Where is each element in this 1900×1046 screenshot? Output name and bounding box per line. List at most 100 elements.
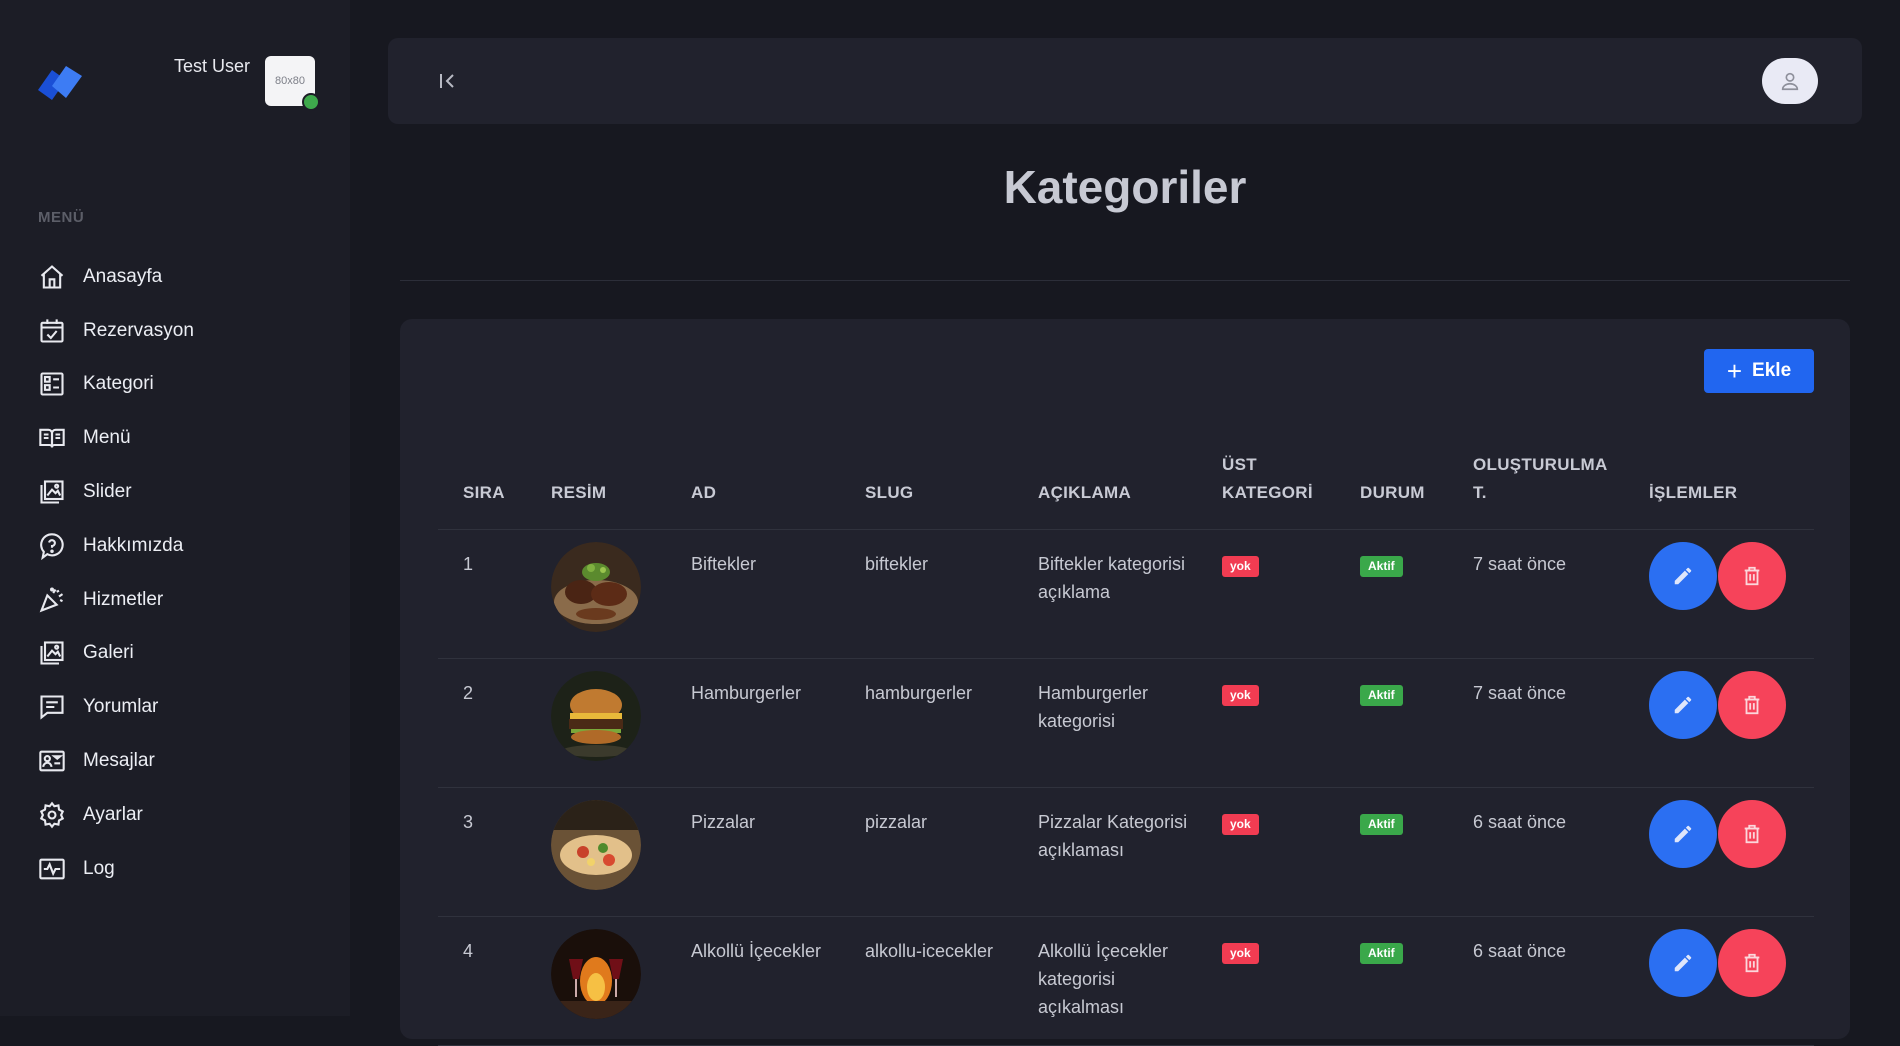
- cell-islemler: [1624, 529, 1814, 659]
- cell-aciklama: Hamburgerler kategorisi: [1013, 658, 1197, 788]
- delete-button[interactable]: [1718, 542, 1786, 610]
- add-button[interactable]: + Ekle: [1704, 349, 1814, 393]
- header-ust-kategori[interactable]: ÜST KATEGORİ: [1197, 429, 1335, 530]
- sidebar-item-mesajlar[interactable]: Mesajlar: [38, 734, 338, 788]
- cell-islemler: [1624, 787, 1814, 917]
- burger-photo[interactable]: [551, 671, 641, 761]
- cell-resim: [526, 916, 666, 1046]
- cell-sira: 3: [438, 787, 526, 917]
- gear-icon: [39, 801, 65, 829]
- row-actions: [1649, 800, 1814, 868]
- table-row: 1 Biftekler biftekler Biftekler kategori…: [438, 529, 1814, 659]
- contact-card-icon: [39, 750, 65, 772]
- cell-olusturulma: 7 saat önce: [1448, 658, 1624, 788]
- trash-icon: [1744, 953, 1760, 973]
- cell-aciklama: Alkollü İçecekler kategorisi açıkalması: [1013, 916, 1197, 1046]
- cell-aciklama: Biftekler kategorisi açıklama: [1013, 529, 1197, 659]
- cell-resim: [526, 658, 666, 788]
- sidebar-item-slider[interactable]: Slider: [38, 465, 338, 519]
- cell-aciklama: Pizzalar Kategorisi açıklaması: [1013, 787, 1197, 917]
- user-name: Test User: [174, 56, 251, 76]
- sidebar-item-log[interactable]: Log: [38, 842, 338, 896]
- sidebar-item-rezervasyon[interactable]: Rezervasyon: [38, 304, 338, 358]
- sidebar-item-ayarlar[interactable]: Ayarlar: [38, 788, 338, 842]
- sidebar-item-label: Rezervasyon: [83, 319, 194, 341]
- trash-icon: [1744, 566, 1760, 586]
- pencil-icon: [1674, 696, 1692, 714]
- sidebar-item-label: Slider: [83, 481, 132, 503]
- header-durum[interactable]: DURUM: [1335, 429, 1448, 530]
- sidebar-menu: Anasayfa Rezervasyon Kategori Menü Slide…: [38, 250, 338, 896]
- cell-sira: 1: [438, 529, 526, 659]
- header-slug[interactable]: SLUG: [840, 429, 1013, 530]
- delete-button[interactable]: [1718, 800, 1786, 868]
- online-status-dot: [302, 93, 320, 111]
- sidebar-item-label: Hakkımızda: [83, 534, 184, 556]
- header-olusturulma[interactable]: OLUŞTURULMA T.: [1448, 429, 1624, 530]
- delete-button[interactable]: [1718, 929, 1786, 997]
- activity-log-icon: [39, 858, 65, 880]
- steak-photo[interactable]: [551, 542, 641, 632]
- home-icon: [40, 264, 64, 289]
- comment-icon: [40, 695, 64, 720]
- pencil-icon: [1674, 567, 1692, 585]
- edit-button[interactable]: [1649, 542, 1717, 610]
- sidebar-item-label: Kategori: [83, 373, 154, 395]
- header-resim[interactable]: RESİM: [526, 429, 666, 530]
- book-icon: [39, 429, 65, 448]
- page-title: Kategoriler: [1003, 161, 1247, 213]
- cell-islemler: [1624, 658, 1814, 788]
- cell-slug: hamburgerler: [840, 658, 1013, 788]
- cell-ad: Pizzalar: [666, 787, 840, 917]
- cell-slug: biftekler: [840, 529, 1013, 659]
- categories-table: SIRA RESİM AD SLUG AÇIKLAMA ÜST KATEGORİ…: [438, 429, 1814, 1046]
- parent-category-badge: yok: [1222, 685, 1259, 706]
- trash-icon: [1744, 695, 1760, 715]
- cell-ust-kategori: yok: [1197, 529, 1335, 659]
- header-aciklama[interactable]: AÇIKLAMA: [1013, 429, 1197, 530]
- sidebar-item-anasayfa[interactable]: Anasayfa: [38, 250, 338, 304]
- sidebar-item-label: Yorumlar: [83, 696, 159, 718]
- edit-button[interactable]: [1649, 929, 1717, 997]
- cell-slug: pizzalar: [840, 787, 1013, 917]
- parent-category-badge: yok: [1222, 814, 1259, 835]
- pizza-photo[interactable]: [551, 800, 641, 890]
- sidebar-item-label: Menü: [83, 427, 131, 449]
- question-bubble-icon: [40, 533, 64, 560]
- logo-icon[interactable]: [36, 62, 86, 104]
- cell-sira: 2: [438, 658, 526, 788]
- cell-slug: alkollu-icecekler: [840, 916, 1013, 1046]
- header-ad[interactable]: AD: [666, 429, 840, 530]
- cell-olusturulma: 6 saat önce: [1448, 787, 1624, 917]
- images-icon: [40, 480, 64, 504]
- sidebar-item-yorumlar[interactable]: Yorumlar: [38, 680, 338, 734]
- cell-durum: Aktif: [1335, 529, 1448, 659]
- sidebar-item-label: Mesajlar: [83, 750, 155, 772]
- cell-ad: Hamburgerler: [666, 658, 840, 788]
- sidebar-item-label: Galeri: [83, 642, 134, 664]
- party-popper-icon: [39, 587, 64, 612]
- delete-button[interactable]: [1718, 671, 1786, 739]
- sidebar-item-kategori[interactable]: Kategori: [38, 358, 338, 412]
- profile-button[interactable]: [1762, 58, 1818, 104]
- cell-durum: Aktif: [1335, 787, 1448, 917]
- divider: [400, 280, 1850, 281]
- cell-olusturulma: 7 saat önce: [1448, 529, 1624, 659]
- cell-islemler: [1624, 916, 1814, 1046]
- sidebar-item-hizmetler[interactable]: Hizmetler: [38, 573, 338, 627]
- sidebar-item-galeri[interactable]: Galeri: [38, 627, 338, 681]
- wine-fire-photo[interactable]: [551, 929, 641, 1019]
- cell-sira: 4: [438, 916, 526, 1046]
- sidebar: Test User 80x80 MENÜ Anasayfa Rezervasyo…: [0, 0, 350, 1016]
- table-row: 4 Alkollü İçecekler alkollu-icecekler Al…: [438, 916, 1814, 1046]
- edit-button[interactable]: [1649, 671, 1717, 739]
- cell-durum: Aktif: [1335, 658, 1448, 788]
- table-row: 3 Pizzalar pizzalar Pizzalar Kategorisi …: [438, 787, 1814, 917]
- header-sira[interactable]: SIRA: [438, 429, 526, 530]
- header-islemler: İŞLEMLER: [1624, 429, 1814, 530]
- sidebar-item-menu[interactable]: Menü: [38, 411, 338, 465]
- collapse-sidebar-icon[interactable]: [436, 69, 460, 93]
- status-badge: Aktif: [1360, 556, 1403, 577]
- sidebar-item-hakkimizda[interactable]: Hakkımızda: [38, 519, 338, 573]
- edit-button[interactable]: [1649, 800, 1717, 868]
